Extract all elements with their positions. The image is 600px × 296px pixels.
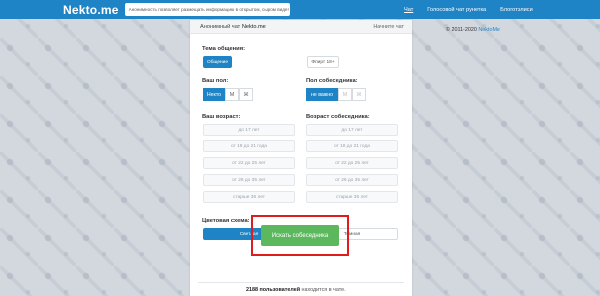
- nav-chat[interactable]: Чат: [404, 7, 413, 13]
- site-logo[interactable]: Nekto.me: [63, 3, 119, 17]
- your-gender-selector: Некто М Ж: [203, 88, 253, 101]
- partner-age-option[interactable]: от 22 до 25 лет: [306, 157, 398, 169]
- nav-blog[interactable]: Блоготэлиси: [500, 7, 533, 13]
- your-gender-label: Ваш пол:: [202, 78, 229, 84]
- your-gender-nekto[interactable]: Некто: [203, 88, 225, 101]
- your-age-label: Ваш возраст:: [202, 114, 241, 120]
- panel-title-brand: Nekto.me: [241, 23, 266, 30]
- your-gender-male[interactable]: М: [225, 88, 239, 101]
- panel-title: Анонимный чат Nekto.me: [200, 24, 266, 30]
- topic-flirt-button[interactable]: Флирт 18+: [307, 56, 339, 68]
- your-age-option[interactable]: от 18 до 21 года: [203, 140, 295, 152]
- copyright: © 2011-2020 NektoMe: [446, 27, 500, 33]
- top-nav: Чат Голосовой чат рунетка Блоготэлиси: [404, 0, 533, 19]
- partner-age-option[interactable]: до 17 лет: [306, 124, 398, 136]
- online-count: 2188 пользователей находится в чате.: [246, 287, 346, 293]
- your-age-option[interactable]: до 17 лет: [203, 124, 295, 136]
- online-count-suffix: находится в чате.: [301, 287, 346, 293]
- search-partner-button[interactable]: Искать собеседника: [261, 225, 339, 246]
- partner-age-option[interactable]: старше 36 лет: [306, 191, 398, 203]
- partner-age-option[interactable]: от 18 до 21 года: [306, 140, 398, 152]
- divider: [198, 282, 404, 283]
- your-age-option[interactable]: от 22 до 25 лет: [203, 157, 295, 169]
- copyright-text: © 2011-2020: [446, 27, 477, 33]
- topic-chat-button[interactable]: Общение: [203, 56, 232, 68]
- your-age-option[interactable]: от 26 до 35 лет: [203, 174, 295, 186]
- partner-gender-selector: не важно М Ж: [306, 88, 366, 101]
- topic-label: Тема общения:: [202, 46, 246, 52]
- notice-banner: Анонимность позволяет размещать информац…: [124, 3, 290, 16]
- restart-chat-link[interactable]: Начните чат: [373, 24, 404, 30]
- color-scheme-label: Цветовая схема:: [202, 218, 250, 224]
- online-count-value: 2188 пользователей: [246, 287, 301, 293]
- panel-header: Анонимный чат Nekto.me Начните чат: [190, 20, 412, 34]
- partner-gender-any[interactable]: не важно: [306, 88, 338, 101]
- your-gender-female[interactable]: Ж: [239, 88, 253, 101]
- partner-age-option[interactable]: от 26 до 35 лет: [306, 174, 398, 186]
- partner-age-label: Возраст собеседника:: [306, 114, 370, 120]
- panel-title-text: Анонимный чат: [200, 23, 241, 30]
- partner-gender-female[interactable]: Ж: [352, 88, 366, 101]
- copyright-link[interactable]: NektoMe: [478, 27, 500, 33]
- partner-gender-label: Пол собеседника:: [306, 78, 358, 84]
- your-age-option[interactable]: старше 36 лет: [203, 191, 295, 203]
- partner-gender-male[interactable]: М: [338, 88, 352, 101]
- nav-voice-chat[interactable]: Голосовой чат рунетка: [427, 7, 486, 13]
